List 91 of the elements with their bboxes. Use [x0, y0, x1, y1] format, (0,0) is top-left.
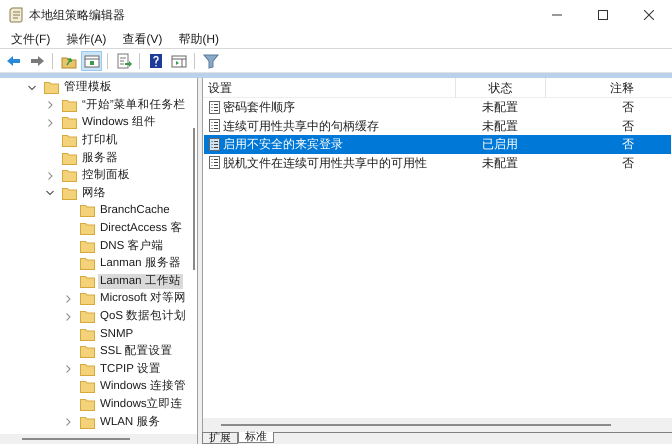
folder-icon	[62, 186, 77, 200]
scroll-icon	[9, 7, 23, 23]
tree-item[interactable]: BranchCache	[98, 203, 172, 218]
column-header[interactable]: 设置	[203, 78, 455, 98]
folder-icon	[80, 345, 95, 358]
folder-icon	[80, 240, 95, 253]
tree-item[interactable]: 管理模板	[62, 80, 114, 96]
tab[interactable]: 扩展	[202, 433, 238, 444]
column-header[interactable]: 状态	[455, 78, 545, 98]
chevron-right-icon[interactable]	[46, 118, 54, 127]
table-cell-text: 已启用	[481, 136, 519, 154]
horizontal-scrollbar[interactable]	[0, 434, 197, 444]
folder-icon	[80, 274, 95, 288]
tree-item[interactable]: DirectAccess 客	[98, 221, 184, 236]
chevron-down-icon[interactable]	[46, 189, 54, 198]
policy-setting-icon	[209, 100, 220, 114]
folder-icon	[80, 362, 95, 376]
tree-pane-button[interactable]	[81, 50, 102, 70]
table-cell-text: 启用不安全的来宾登录	[223, 136, 343, 154]
chevron-right-icon[interactable]	[64, 418, 72, 426]
menu-item[interactable]: 查看(V)	[115, 30, 170, 48]
tree-item[interactable]: 打印机	[80, 133, 120, 148]
folder-icon	[80, 310, 95, 324]
tree-item[interactable]: WLAN 服务	[98, 414, 162, 430]
close-icon	[644, 10, 654, 20]
tree-item[interactable]: Windows 连接管	[98, 379, 188, 394]
window-title: 本地组策略编辑器	[29, 7, 125, 24]
menu-item[interactable]: 操作(A)	[59, 30, 114, 48]
table-cell-text: 未配置	[481, 118, 519, 135]
tree-pane-icon	[84, 52, 100, 68]
table-row[interactable]: 启用不安全的来宾登录 已启用 否	[204, 135, 671, 154]
column-header[interactable]: 注释	[545, 78, 660, 98]
policy-setting-icon	[209, 156, 220, 170]
chevron-right-icon[interactable]	[64, 294, 72, 303]
chevron-right-icon[interactable]	[64, 365, 72, 374]
tree-item[interactable]: Lanman 服务器	[98, 256, 183, 272]
folder-icon	[80, 292, 95, 306]
folder-icon	[62, 152, 77, 165]
chevron-down-icon[interactable]	[28, 84, 36, 92]
tree-item[interactable]: SNMP	[98, 326, 136, 342]
tree-item[interactable]: SSL 配置设置	[98, 344, 175, 360]
chevron-right-icon[interactable]	[46, 101, 54, 110]
tree-item[interactable]: 网络	[80, 186, 108, 201]
horizontal-scrollbar[interactable]	[203, 418, 672, 432]
folder-icon	[80, 328, 95, 341]
tree-item[interactable]: 控制面板	[80, 168, 132, 184]
tree-item[interactable]: Microsoft 对等网	[98, 291, 188, 306]
folder-icon	[62, 98, 77, 112]
tree-item[interactable]: DNS 客户端	[98, 238, 166, 254]
tree-item[interactable]: Lanman 工作站	[98, 274, 183, 289]
policy-setting-icon	[209, 138, 220, 151]
table-cell-text: 未配置	[481, 154, 519, 172]
table-row[interactable]: 连续可用性共享中的句柄缓存 未配置 否	[204, 116, 671, 135]
tab[interactable]: 标准	[238, 432, 274, 443]
maximize-icon	[598, 10, 608, 20]
table-cell-text: 脱机文件在连续可用性共享中的可用性	[223, 154, 427, 172]
folder-icon	[80, 222, 95, 236]
filter-icon	[202, 52, 218, 68]
policy-setting-icon	[209, 119, 220, 132]
folder-icon	[80, 380, 95, 394]
table-cell-text: 否	[621, 136, 635, 154]
folder-icon	[44, 81, 59, 94]
tree-item[interactable]: 服务器	[80, 150, 120, 166]
folder-icon	[80, 257, 95, 270]
chevron-right-icon[interactable]	[64, 312, 72, 321]
table-cell-text: 连续可用性共享中的句柄缓存	[223, 118, 379, 135]
folder-icon	[80, 416, 95, 429]
action-pane-icon	[170, 52, 186, 68]
menu-item[interactable]: 帮助(H)	[171, 30, 226, 48]
tree-item[interactable]: Windows立即连	[98, 396, 185, 412]
tree-item[interactable]: QoS 数据包计划	[98, 309, 188, 324]
folder-icon	[62, 134, 77, 148]
export-list-icon	[116, 52, 132, 68]
folder-icon	[62, 116, 77, 130]
folder-icon	[62, 169, 77, 182]
tree-item[interactable]: Windows 组件	[80, 115, 158, 130]
table-row[interactable]: 脱机文件在连续可用性共享中的可用性 未配置 否	[204, 154, 671, 172]
scrollbar-thumb[interactable]	[193, 128, 195, 270]
help-icon	[148, 52, 164, 68]
table-cell-text: 否	[621, 99, 635, 116]
menu-item[interactable]: 文件(F)	[4, 30, 58, 48]
folder-icon	[80, 204, 95, 218]
tree-item[interactable]: TCPIP 设置	[98, 362, 163, 377]
chevron-right-icon[interactable]	[46, 172, 54, 180]
table-row[interactable]: 密码套件顺序 未配置 否	[204, 98, 671, 116]
table-cell-text: 否	[621, 118, 635, 135]
table-cell-text: 未配置	[481, 99, 519, 116]
table-cell-text: 密码套件顺序	[223, 99, 295, 116]
folder-icon	[80, 398, 95, 411]
tree-item[interactable]: “开始”菜单和任务栏	[80, 98, 188, 113]
table-cell-text: 否	[621, 154, 635, 172]
